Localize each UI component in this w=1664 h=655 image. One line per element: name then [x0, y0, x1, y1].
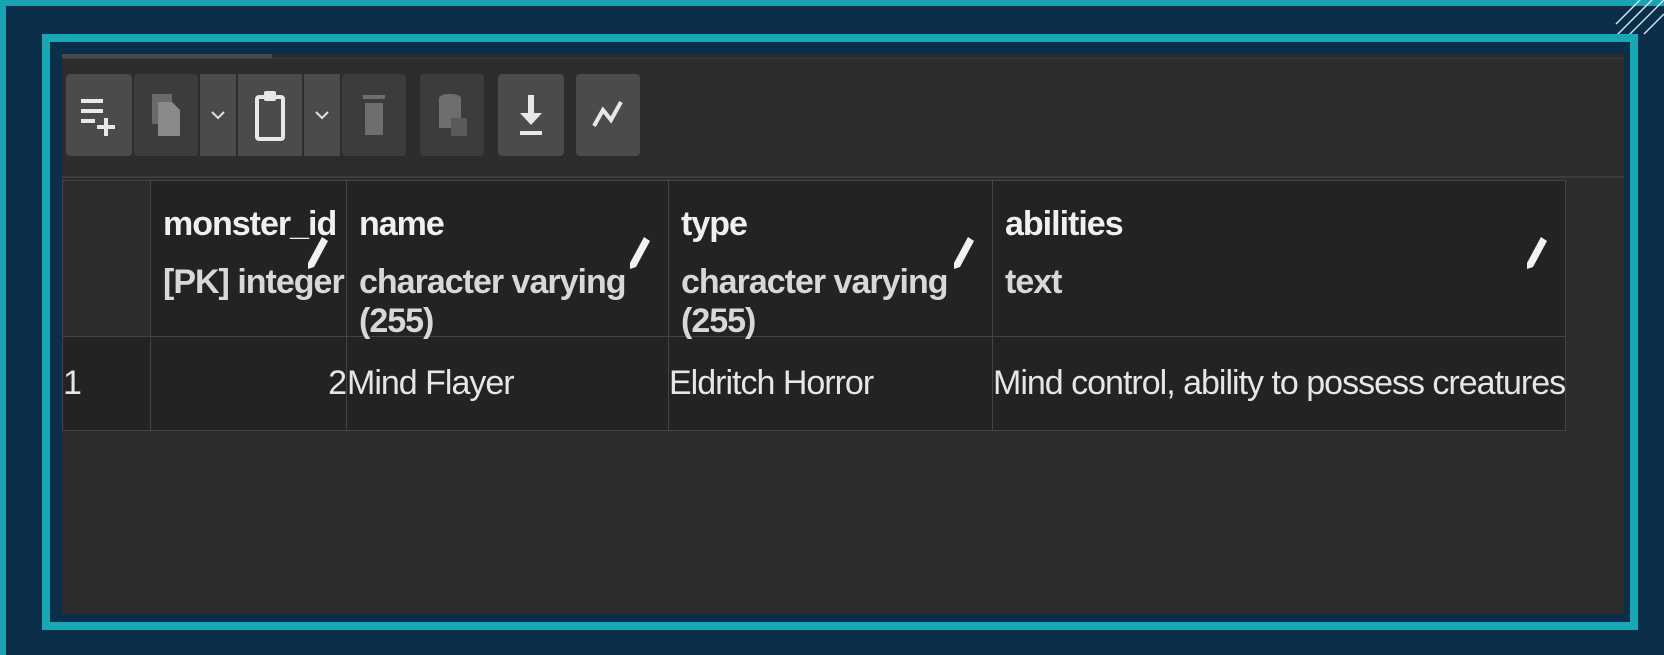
paste-icon [255, 91, 285, 141]
column-name: type [681, 205, 748, 243]
pencil-icon[interactable] [626, 233, 654, 273]
row-header-corner [62, 180, 151, 337]
save-data-button[interactable] [420, 74, 484, 156]
chevron-down-icon [211, 111, 225, 120]
delete-icon [363, 95, 385, 135]
column-name: name [359, 205, 445, 243]
slide-left-accent [0, 0, 6, 655]
column-type: character varying (255) [681, 263, 949, 340]
data-toolbar [62, 68, 1624, 178]
cell-type[interactable]: Eldritch Horror [668, 336, 993, 431]
copy-button[interactable] [134, 74, 198, 156]
download-icon [520, 95, 542, 135]
delete-row-button[interactable] [342, 74, 406, 156]
pencil-icon[interactable] [304, 233, 332, 273]
cell-abilities[interactable]: Mind control, ability to possess creatur… [991, 336, 1567, 431]
cell-name[interactable]: Mind Flayer [346, 336, 669, 431]
copy-icon [152, 94, 180, 136]
add-row-icon [81, 99, 115, 136]
graph-visualiser-button[interactable] [576, 74, 640, 156]
slide-top-accent [0, 0, 1664, 6]
save-data-icon [439, 94, 467, 136]
toolbar-divider [62, 58, 1624, 59]
pencil-icon[interactable] [1523, 233, 1551, 273]
results-table: monster_id [PK] integer name character v… [62, 180, 1567, 431]
data-output-panel: monster_id [PK] integer name character v… [62, 54, 1624, 614]
copy-options-button[interactable] [200, 74, 236, 156]
column-header-abilities[interactable]: abilities text [991, 180, 1567, 337]
pencil-icon[interactable] [950, 233, 978, 273]
row-number[interactable]: 1 [62, 336, 151, 431]
column-name: abilities [1005, 205, 1124, 243]
header-row: monster_id [PK] integer name character v… [62, 180, 1567, 340]
table-row[interactable]: 1 2 Mind Flayer Eldritch Horror Mind con… [62, 336, 1567, 431]
column-header-type[interactable]: type character varying (255) [668, 180, 993, 340]
paste-options-button[interactable] [304, 74, 340, 156]
chevron-down-icon [315, 111, 329, 120]
cell-monster-id[interactable]: 2 [150, 336, 347, 431]
column-type: character varying (255) [359, 263, 627, 340]
download-button[interactable] [498, 74, 564, 156]
graph-icon [592, 101, 623, 127]
data-grid: monster_id [PK] integer name character v… [62, 180, 1624, 614]
add-row-button[interactable] [66, 74, 132, 156]
paste-button[interactable] [238, 74, 302, 156]
column-header-monster-id[interactable]: monster_id [PK] integer [150, 180, 347, 337]
column-header-name[interactable]: name character varying (255) [346, 180, 669, 340]
column-type: text [1005, 263, 1062, 301]
